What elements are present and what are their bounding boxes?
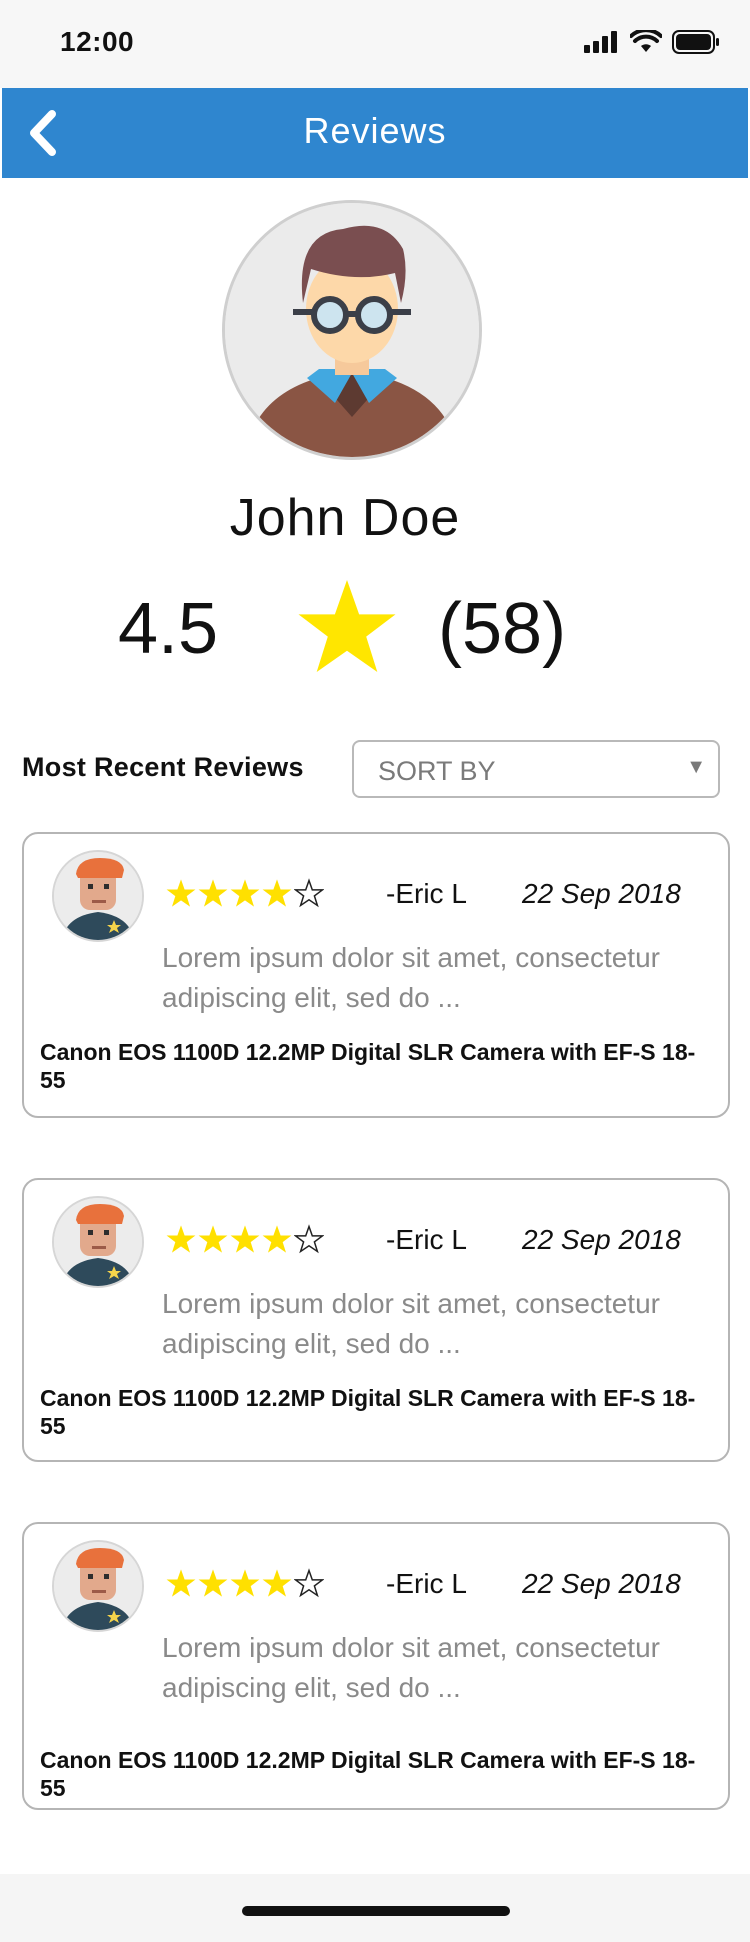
chevron-down-icon: ▼ [686,756,706,778]
reviewer-avatar-icon [54,1542,142,1630]
review-card[interactable]: -Eric L 22 Sep 2018 Lorem ipsum dolor si… [22,1178,730,1462]
reviewer-avatar [52,1540,144,1632]
home-area [0,1874,750,1942]
user-avatar-icon [225,203,479,457]
status-bar: 12:00 [0,0,750,88]
review-date: 22 Sep 2018 [522,1568,681,1599]
profile-name: John Doe [229,489,461,547]
review-date: 22 Sep 2018 [522,1224,681,1255]
review-text: Lorem ipsum dolor sit amet, consectetur … [162,1632,660,1703]
star-filled-icon [230,1225,260,1253]
review-text: Lorem ipsum dolor sit amet, consectetur … [162,942,660,1013]
review-card[interactable]: -Eric L 22 Sep 2018 Lorem ipsum dolor si… [22,1522,730,1810]
reviewer-avatar-icon [54,1198,142,1286]
star-filled-icon [262,1569,292,1597]
status-icons [584,30,720,54]
sort-placeholder: SORT BY [378,756,496,786]
section-title: Most Recent Reviews [22,752,304,782]
status-time: 12:00 [60,26,135,57]
rating-value: 4.5 [118,589,219,669]
review-card[interactable]: -Eric L 22 Sep 2018 Lorem ipsum dolor si… [22,832,730,1118]
nav-bar: Reviews [2,88,748,178]
star-empty-icon [294,878,324,908]
sort-select[interactable]: SORT BY ▼ [352,740,720,798]
reviewer-avatar-icon [54,852,142,940]
review-date: 22 Sep 2018 [522,878,681,909]
page-title: Reviews [303,110,447,151]
reviewer-avatar [52,1196,144,1288]
star-filled-icon [166,879,196,907]
star-filled-icon [230,879,260,907]
star-empty-icon [294,1224,324,1254]
star-filled-icon [166,1225,196,1253]
star-rating [166,1224,324,1254]
product-title[interactable]: Canon EOS 1100D 12.2MP Digital SLR Camer… [40,1384,714,1440]
star-rating [166,1568,324,1598]
star-filled-icon [262,879,292,907]
star-icon [298,580,396,672]
star-filled-icon [198,1225,228,1253]
product-title[interactable]: Canon EOS 1100D 12.2MP Digital SLR Camer… [40,1038,714,1094]
reviewer-name: -Eric L [386,878,467,909]
product-title[interactable]: Canon EOS 1100D 12.2MP Digital SLR Camer… [40,1746,714,1802]
wifi-icon [630,30,662,52]
star-filled-icon [230,1569,260,1597]
star-filled-icon [198,1569,228,1597]
star-rating [166,878,324,908]
reviewer-name: -Eric L [386,1224,467,1255]
star-empty-icon [294,1568,324,1598]
profile-avatar [222,200,482,460]
star-filled-icon [198,879,228,907]
review-count: (58) [438,589,567,669]
battery-icon [672,30,719,54]
reviewer-avatar [52,850,144,942]
home-indicator[interactable] [242,1906,510,1916]
star-filled-icon [166,1569,196,1597]
signal-icon [584,31,617,53]
review-text: Lorem ipsum dolor sit amet, consectetur … [162,1288,660,1359]
star-filled-icon [262,1225,292,1253]
reviewer-name: -Eric L [386,1568,467,1599]
